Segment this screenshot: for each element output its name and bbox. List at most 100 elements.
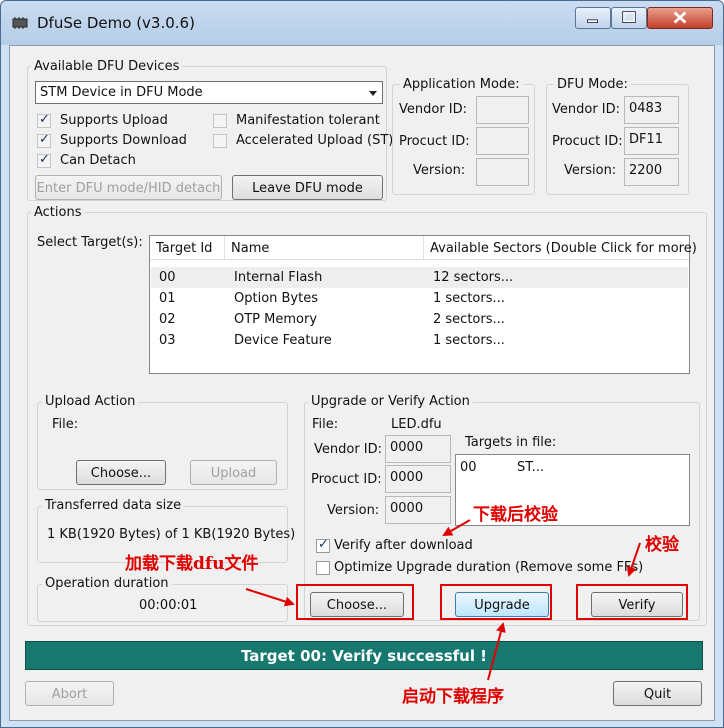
upload-file-label: File: <box>52 417 79 432</box>
app-version-label: Version: <box>413 163 466 178</box>
duration-label: Operation duration <box>42 576 172 591</box>
upgrade-vendor-id-field: 0000 <box>385 435 451 463</box>
target-sectors-cell: 2 sectors... <box>433 312 505 327</box>
device-select-value: STM Device in DFU Mode <box>40 85 203 100</box>
upgrade-vendor-id-label: Vendor ID: <box>314 442 383 457</box>
minimize-icon <box>587 19 598 23</box>
target-id-cell: 00 <box>159 270 176 285</box>
close-button[interactable] <box>647 7 713 29</box>
chevron-down-icon <box>369 91 377 96</box>
dfu-version-label: Version: <box>564 163 617 178</box>
upgrade-file-value: LED.dfu <box>391 417 442 432</box>
check-icon: ✓ <box>318 537 329 552</box>
minimize-button[interactable] <box>575 7 611 29</box>
dfu-vendor-id-field: 0483 <box>624 96 679 124</box>
column-header-sectors[interactable]: Available Sectors (Double Click for more… <box>424 236 697 260</box>
table-row[interactable]: 03 Device Feature 1 sectors... <box>151 330 688 351</box>
verify-highlight-box <box>576 584 688 620</box>
check-icon: ✓ <box>39 112 50 127</box>
upgrade-product-id-field: 0000 <box>385 465 451 493</box>
app-vendor-id-field <box>476 96 529 124</box>
annotation-verify: 校验 <box>645 535 679 555</box>
verify-after-download-checkbox[interactable]: ✓ <box>316 537 330 553</box>
maximize-button[interactable] <box>611 7 647 29</box>
target-sectors-cell: 1 sectors... <box>433 291 505 306</box>
upload-button[interactable]: Upload <box>190 460 277 485</box>
app-vendor-id-label: Vendor ID: <box>399 102 468 117</box>
dfu-version-field: 2200 <box>624 158 679 186</box>
verify-after-download-label: Verify after download <box>334 538 473 553</box>
upgrade-label: Upgrade or Verify Action <box>308 394 473 409</box>
upgrade-version-label: Version: <box>327 503 380 518</box>
upgrade-file-label: File: <box>312 417 339 432</box>
upgrade-highlight-box <box>440 584 552 620</box>
target-name-cell: Device Feature <box>234 333 332 348</box>
target-id-cell: 02 <box>159 312 176 327</box>
file-target-id: 00 <box>460 460 477 475</box>
dfu-product-id-label: Procuct ID: <box>552 134 623 149</box>
app-version-field <box>476 158 529 186</box>
upgrade-product-id-label: Procuct ID: <box>311 472 382 487</box>
target-name-cell: Option Bytes <box>234 291 318 306</box>
optimize-upgrade-label: Optimize Upgrade duration (Remove some F… <box>334 560 644 575</box>
accelerated-upload-label: Accelerated Upload (ST) <box>236 133 394 148</box>
duration-value: 00:00:01 <box>139 598 198 613</box>
table-row[interactable]: 02 OTP Memory 2 sectors... <box>151 309 688 330</box>
app-mode-label: Application Mode: <box>400 77 523 92</box>
target-id-cell: 01 <box>159 291 176 306</box>
app-product-id-field <box>476 127 529 155</box>
choose-highlight-box <box>296 584 414 620</box>
optimize-upgrade-checkbox[interactable] <box>316 561 330 575</box>
status-bar: Target 00: Verify successful ! <box>25 641 703 670</box>
close-icon <box>673 11 687 24</box>
annotation-start-download: 启动下载程序 <box>402 687 504 707</box>
target-id-cell: 03 <box>159 333 176 348</box>
target-sectors-cell: 1 sectors... <box>433 333 505 348</box>
dfu-vendor-id-label: Vendor ID: <box>552 102 621 117</box>
table-row[interactable]: 01 Option Bytes 1 sectors... <box>151 288 688 309</box>
upload-choose-button[interactable]: Choose... <box>76 460 166 485</box>
leave-dfu-mode-button[interactable]: Leave DFU mode <box>232 175 383 200</box>
column-header-name[interactable]: Name <box>225 236 424 260</box>
upload-action-label: Upload Action <box>42 394 139 409</box>
transfer-label: Transferred data size <box>42 498 185 513</box>
manifestation-tolerant-label: Manifestation tolerant <box>236 113 380 128</box>
check-icon: ✓ <box>39 152 50 167</box>
accelerated-upload-checkbox[interactable] <box>213 134 227 148</box>
check-icon: ✓ <box>39 132 50 147</box>
targets-in-file-label: Targets in file: <box>465 435 557 450</box>
annotation-load-file: 加载下载dfu文件 <box>125 554 259 574</box>
dfu-product-id-field: DF11 <box>624 127 679 155</box>
enter-dfu-mode-button[interactable]: Enter DFU mode/HID detach <box>35 175 222 200</box>
window-title: DfuSe Demo (v3.0.6) <box>37 14 195 32</box>
file-target-name: ST... <box>517 460 545 475</box>
maximize-icon <box>622 11 636 23</box>
supports-download-label: Supports Download <box>60 133 187 148</box>
target-name-cell: OTP Memory <box>234 312 318 327</box>
quit-button[interactable]: Quit <box>613 681 702 706</box>
target-sectors-cell: 12 sectors... <box>433 270 514 285</box>
list-item[interactable]: 00 ST... <box>457 457 690 478</box>
targets-list[interactable]: Target Id Name Available Sectors (Double… <box>149 235 697 374</box>
actions-label: Actions <box>31 205 85 220</box>
app-product-id-label: Procuct ID: <box>399 134 470 149</box>
upgrade-version-field: 0000 <box>385 496 451 524</box>
column-header-target-id[interactable]: Target Id <box>150 236 225 260</box>
can-detach-label: Can Detach <box>60 153 136 168</box>
annotation-verify-after-download: 下载后校验 <box>473 505 558 525</box>
dfu-mode-label: DFU Mode: <box>554 77 631 92</box>
device-select[interactable]: STM Device in DFU Mode <box>35 81 383 104</box>
supports-upload-label: Supports Upload <box>60 113 168 128</box>
table-row[interactable]: 00 Internal Flash 12 sectors... <box>151 267 688 288</box>
target-name-cell: Internal Flash <box>234 270 323 285</box>
abort-button[interactable]: Abort <box>25 681 114 706</box>
select-targets-label: Select Target(s): <box>37 235 143 250</box>
supports-upload-checkbox[interactable]: ✓ <box>37 112 51 128</box>
supports-download-checkbox[interactable]: ✓ <box>37 132 51 148</box>
devices-group-label: Available DFU Devices <box>31 59 183 74</box>
title-bar[interactable]: DfuSe Demo (v3.0.6) <box>1 1 723 45</box>
chip-icon <box>12 17 28 29</box>
can-detach-checkbox[interactable]: ✓ <box>37 152 51 168</box>
manifestation-tolerant-checkbox[interactable] <box>213 114 227 128</box>
transfer-value: 1 KB(1920 Bytes) of 1 KB(1920 Bytes) <box>47 527 296 542</box>
